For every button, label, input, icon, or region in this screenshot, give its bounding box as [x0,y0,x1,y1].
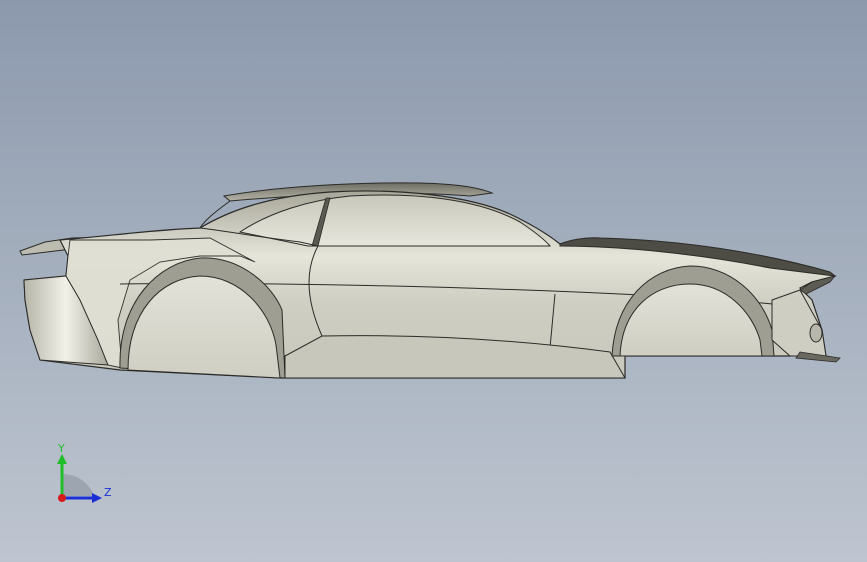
y-axis-arrow [57,454,67,464]
orientation-triad: Y Z [57,442,112,503]
z-axis-arrow [92,493,102,503]
triad-plane [62,474,94,496]
front-bumper [771,289,827,357]
fog-light [809,323,823,343]
car-body-model[interactable] [0,0,867,562]
x-axis-dot [58,494,66,502]
z-axis-label: Z [104,486,112,499]
y-axis-label: Y [57,442,65,455]
graphics-viewport[interactable]: Y Z [0,0,867,562]
